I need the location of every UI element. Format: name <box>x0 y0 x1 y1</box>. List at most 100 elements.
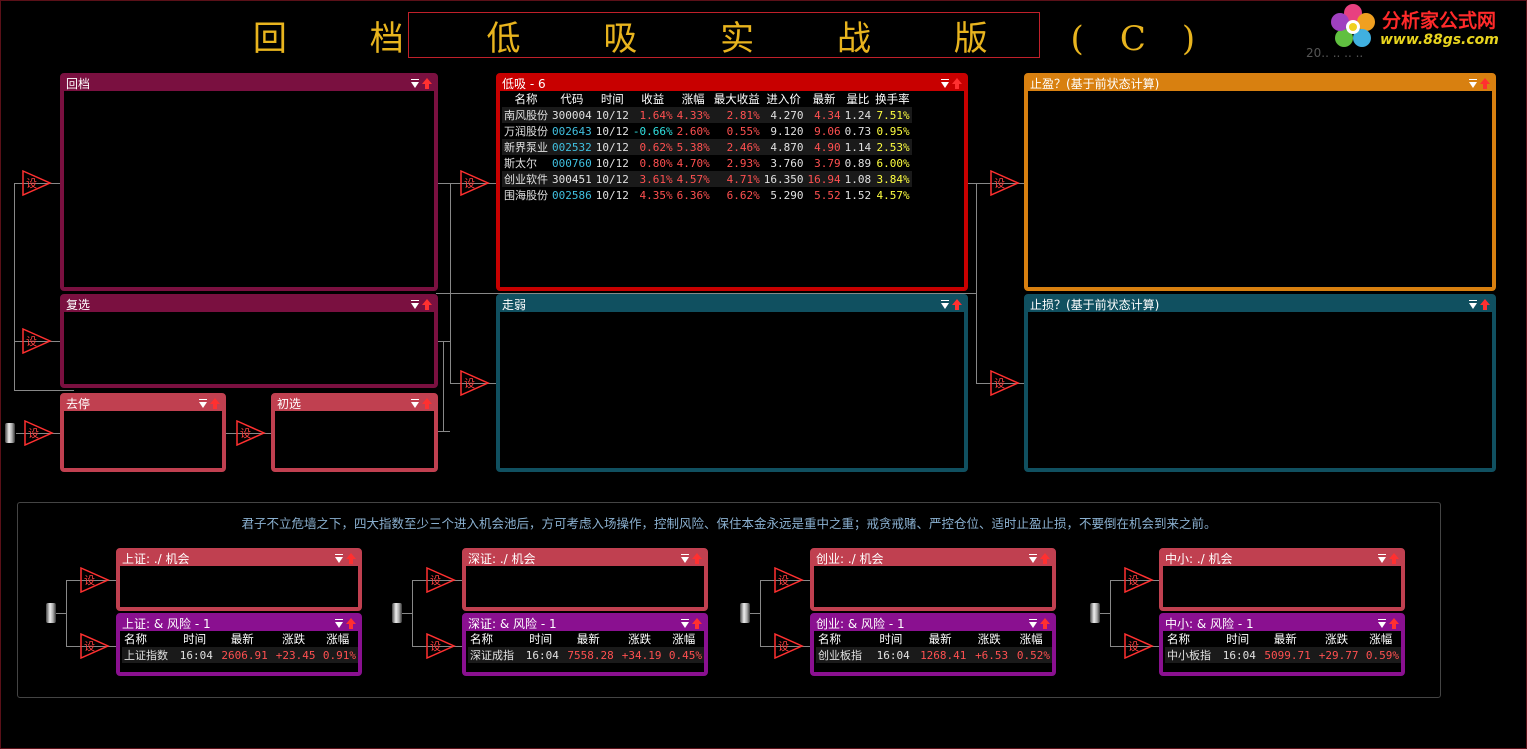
setup-trigger-risk[interactable]: 设 <box>774 633 804 659</box>
setup-trigger-chance[interactable]: 设 <box>80 567 110 593</box>
index-quote-table[interactable]: 名称 时间 最新 涨跌 涨幅 创业板指 16:04 1268.41 +6.53 … <box>816 631 1052 663</box>
column-header[interactable]: 时间 <box>870 631 912 647</box>
column-header[interactable]: 时间 <box>520 631 560 647</box>
column-header[interactable]: 时间 <box>594 91 631 107</box>
column-header[interactable]: 量比 <box>843 91 874 107</box>
setup-trigger-chance[interactable]: 设 <box>426 567 456 593</box>
table-row[interactable]: 上证指数 16:04 2606.91 +23.45 0.91% <box>122 647 358 663</box>
column-header[interactable]: 换手率 <box>873 91 912 107</box>
pin-up-arrow-icon[interactable] <box>1040 618 1050 630</box>
column-header[interactable]: 最大收益 <box>712 91 762 107</box>
pin-up-arrow-icon[interactable] <box>1389 618 1399 630</box>
index-quote-table[interactable]: 名称 时间 最新 涨跌 涨幅 上证指数 16:04 2606.91 +23.45… <box>122 631 358 663</box>
table-row[interactable]: 新界泵业 002532 10/12 0.62% 5.38% 2.46% 4.870 4.90 1… <box>502 139 912 155</box>
panel-fuxuan[interactable]: 复选 <box>60 294 438 388</box>
setup-trigger-zhiying[interactable]: 设 <box>990 170 1020 196</box>
pin-up-arrow-icon[interactable] <box>1389 553 1399 565</box>
filter-dropdown-icon[interactable] <box>411 300 419 309</box>
filter-dropdown-icon[interactable] <box>1469 300 1477 309</box>
table-row[interactable]: 围海股份 002586 10/12 4.35% 6.36% 6.62% 5.290 5.52 1… <box>502 187 912 203</box>
setup-trigger-fuxuan[interactable]: 设 <box>22 328 52 354</box>
setup-trigger-risk[interactable]: 设 <box>80 633 110 659</box>
table-row[interactable]: 斯太尔 000760 10/12 0.80% 4.70% 2.93% 3.760 3.79 0.… <box>502 155 912 171</box>
column-header[interactable]: 涨幅 <box>663 631 704 647</box>
index-quote-table[interactable]: 名称 时间 最新 涨跌 涨幅 中小板指 16:04 5099.71 +29.77… <box>1165 631 1401 663</box>
table-row[interactable]: 中小板指 16:04 5099.71 +29.77 0.59% <box>1165 647 1401 663</box>
column-header[interactable]: 名称 <box>1165 631 1217 647</box>
pin-up-arrow-icon[interactable] <box>952 299 962 311</box>
pin-up-arrow-icon[interactable] <box>692 618 702 630</box>
pin-up-arrow-icon[interactable] <box>422 299 432 311</box>
pin-up-arrow-icon[interactable] <box>1480 299 1490 311</box>
setup-trigger-chance[interactable]: 设 <box>1124 567 1154 593</box>
column-header[interactable]: 时间 <box>174 631 214 647</box>
filter-dropdown-icon[interactable] <box>941 300 949 309</box>
column-header[interactable]: 最新 <box>806 91 843 107</box>
pin-up-arrow-icon[interactable] <box>346 553 356 565</box>
filter-dropdown-icon[interactable] <box>335 619 343 628</box>
filter-dropdown-icon[interactable] <box>1378 554 1386 563</box>
column-header[interactable]: 涨幅 <box>1010 631 1052 647</box>
panel-index-chance[interactable]: 中小: ./ 机会 <box>1159 548 1405 611</box>
table-row[interactable]: 深证成指 16:04 7558.28 +34.19 0.45% <box>468 647 704 663</box>
column-header[interactable]: 时间 <box>1217 631 1257 647</box>
pin-up-arrow-icon[interactable] <box>210 398 220 410</box>
panel-quting[interactable]: 去停 <box>60 393 226 472</box>
setup-trigger-chuxuan[interactable]: 设 <box>236 420 266 446</box>
column-header[interactable]: 最新 <box>1258 631 1313 647</box>
column-header[interactable]: 名称 <box>816 631 870 647</box>
panel-zouruo[interactable]: 走弱 <box>496 294 968 472</box>
setup-trigger-risk[interactable]: 设 <box>426 633 456 659</box>
panel-index-risk[interactable]: 深证: & 风险 - 1 名称 时间 最新 涨跌 涨幅 深证成指 16:04 7… <box>462 613 708 676</box>
filter-dropdown-icon[interactable] <box>681 554 689 563</box>
column-header[interactable]: 涨幅 <box>675 91 712 107</box>
panel-chuxuan[interactable]: 初选 <box>271 393 438 472</box>
table-row[interactable]: 创业板指 16:04 1268.41 +6.53 0.52% <box>816 647 1052 663</box>
dixi-stock-table[interactable]: 名称 代码 时间 收益 涨幅 最大收益 进入价 最新 量比 换手率 南风股份 300004 10/12… <box>502 91 912 203</box>
column-header[interactable]: 收益 <box>631 91 675 107</box>
column-header[interactable]: 涨幅 <box>317 631 358 647</box>
panel-huidang[interactable]: 回档 <box>60 73 438 291</box>
panel-zhiying[interactable]: 止盈？(基于前状态计算) <box>1024 73 1496 291</box>
filter-dropdown-icon[interactable] <box>335 554 343 563</box>
column-header[interactable]: 名称 <box>122 631 174 647</box>
column-header[interactable]: 名称 <box>468 631 520 647</box>
column-header[interactable]: 涨跌 <box>270 631 318 647</box>
index-quote-table[interactable]: 名称 时间 最新 涨跌 涨幅 深证成指 16:04 7558.28 +34.19… <box>468 631 704 663</box>
pin-up-arrow-icon[interactable] <box>422 78 432 90</box>
setup-trigger-zouruo[interactable]: 设 <box>460 370 490 396</box>
panel-index-chance[interactable]: 上证: ./ 机会 <box>116 548 362 611</box>
pin-up-arrow-icon[interactable] <box>692 553 702 565</box>
column-header[interactable]: 涨跌 <box>968 631 1010 647</box>
column-header[interactable]: 涨跌 <box>616 631 664 647</box>
column-header[interactable]: 最新 <box>561 631 616 647</box>
column-header[interactable]: 最新 <box>912 631 969 647</box>
pin-up-arrow-icon[interactable] <box>346 618 356 630</box>
setup-trigger-huidang[interactable]: 设 <box>22 170 52 196</box>
filter-dropdown-icon[interactable] <box>1029 554 1037 563</box>
filter-dropdown-icon[interactable] <box>411 79 419 88</box>
column-header[interactable]: 涨幅 <box>1360 631 1401 647</box>
setup-trigger-quting[interactable]: 设 <box>24 420 54 446</box>
filter-dropdown-icon[interactable] <box>681 619 689 628</box>
filter-dropdown-icon[interactable] <box>1029 619 1037 628</box>
panel-index-risk[interactable]: 上证: & 风险 - 1 名称 时间 最新 涨跌 涨幅 上证指数 16:04 2… <box>116 613 362 676</box>
column-header[interactable]: 涨跌 <box>1313 631 1361 647</box>
column-header[interactable]: 进入价 <box>762 91 806 107</box>
pin-up-arrow-icon[interactable] <box>422 398 432 410</box>
filter-dropdown-icon[interactable] <box>1378 619 1386 628</box>
setup-trigger-zhisun[interactable]: 设 <box>990 370 1020 396</box>
table-row[interactable]: 南风股份 300004 10/12 1.64% 4.33% 2.81% 4.270 4.34 1… <box>502 107 912 123</box>
panel-index-chance[interactable]: 深证: ./ 机会 <box>462 548 708 611</box>
filter-dropdown-icon[interactable] <box>1469 79 1477 88</box>
table-row[interactable]: 万润股份 002643 10/12 -0.66% 2.60% 0.55% 9.120 9.06… <box>502 123 912 139</box>
filter-dropdown-icon[interactable] <box>411 399 419 408</box>
filter-dropdown-icon[interactable] <box>199 399 207 408</box>
pin-up-arrow-icon[interactable] <box>1480 78 1490 90</box>
column-header[interactable]: 代码 <box>550 91 594 107</box>
setup-trigger-chance[interactable]: 设 <box>774 567 804 593</box>
setup-trigger-risk[interactable]: 设 <box>1124 633 1154 659</box>
panel-index-chance[interactable]: 创业: ./ 机会 <box>810 548 1056 611</box>
pin-up-arrow-icon[interactable] <box>1040 553 1050 565</box>
panel-index-risk[interactable]: 创业: & 风险 - 1 名称 时间 最新 涨跌 涨幅 创业板指 16:04 1… <box>810 613 1056 676</box>
